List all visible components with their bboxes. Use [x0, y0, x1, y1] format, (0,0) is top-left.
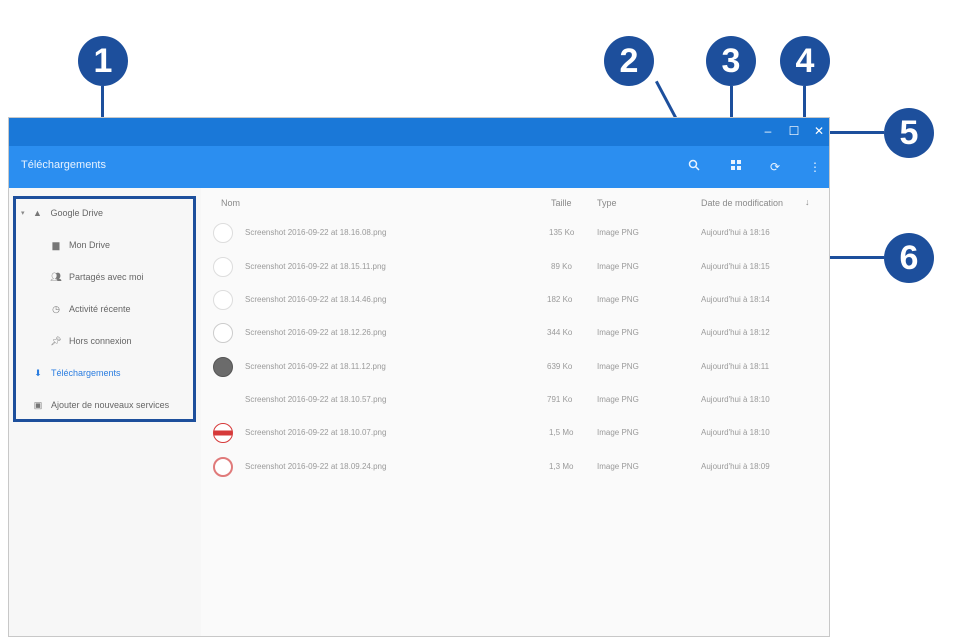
table-row[interactable]: Screenshot 2016-09-22 at 18.12.26.png 34… [201, 318, 829, 350]
file-name: Screenshot 2016-09-22 at 18.14.46.png [245, 295, 387, 304]
file-name: Screenshot 2016-09-22 at 18.15.11.png [245, 262, 386, 271]
download-icon: ⬇ [34, 367, 42, 378]
window-title: Téléchargements [21, 159, 106, 171]
table-row[interactable]: Screenshot 2016-09-22 at 18.10.07.png 1,… [201, 418, 829, 450]
file-type: Image PNG [597, 262, 639, 271]
file-date: Aujourd'hui à 18:15 [701, 262, 770, 271]
file-thumbnail [213, 357, 233, 377]
callout-5: 5 [884, 108, 934, 158]
file-size: 1,3 Mo [549, 462, 574, 471]
sidebar-item-partages[interactable]: 👥︎ Partagés avec moi [49, 268, 144, 286]
callout-3: 3 [706, 36, 756, 86]
table-row[interactable]: Screenshot 2016-09-22 at 18.16.08.png 13… [201, 218, 829, 250]
title-bar: – ☐ ✕ [9, 118, 829, 146]
file-thumbnail [213, 223, 233, 243]
sidebar-item-hors-connexion[interactable]: 📌︎ Hors connexion [49, 332, 132, 350]
file-type: Image PNG [597, 462, 639, 471]
callout-2: 2 [604, 36, 654, 86]
file-type: Image PNG [597, 428, 639, 437]
sidebar-item-label: Ajouter de nouveaux services [51, 400, 170, 410]
table-row[interactable]: Screenshot 2016-09-22 at 18.11.12.png 63… [201, 352, 829, 384]
sidebar-item-google-drive[interactable]: ▾ ▲ Google Drive [21, 204, 103, 222]
sidebar-item-activite[interactable]: ◷ Activité récente [49, 300, 131, 318]
files-app-window: – ☐ ✕ Téléchargements ⟳ ⋮ ▾ ▲ Google Dri… [8, 117, 830, 637]
file-thumbnail [213, 257, 233, 277]
file-size: 344 Ko [547, 328, 573, 337]
file-size: 89 Ko [551, 262, 572, 271]
clock-icon: ◷ [52, 303, 60, 314]
callout-1: 1 [78, 36, 128, 86]
expand-arrow-icon[interactable]: ▾ [21, 209, 25, 217]
table-row[interactable]: Screenshot 2016-09-22 at 18.15.11.png 89… [201, 252, 829, 284]
maximize-icon[interactable]: ☐ [787, 124, 801, 138]
folder-icon: ▆ [52, 239, 60, 250]
column-header-type[interactable]: Type [597, 198, 617, 208]
sidebar-item-label: Google Drive [50, 208, 104, 218]
file-date: Aujourd'hui à 18:10 [701, 428, 770, 437]
file-size: 791 Ko [547, 395, 573, 404]
file-type: Image PNG [597, 295, 639, 304]
file-date: Aujourd'hui à 18:16 [701, 228, 770, 237]
sidebar-item-telechargements[interactable]: ⬇ Téléchargements [31, 364, 121, 382]
file-list: Nom Taille Type Date de modification ↓ S… [201, 188, 829, 636]
file-thumbnail [213, 457, 233, 477]
sidebar: ▾ ▲ Google Drive ▆ Mon Drive 👥︎ Partagés… [9, 188, 201, 636]
table-row[interactable]: Screenshot 2016-09-22 at 18.14.46.png 18… [201, 285, 829, 317]
file-name: Screenshot 2016-09-22 at 18.09.24.png [245, 462, 387, 471]
sidebar-item-ajouter-services[interactable]: ▣ Ajouter de nouveaux services [31, 396, 169, 414]
file-date: Aujourd'hui à 18:14 [701, 295, 770, 304]
callout-4: 4 [780, 36, 830, 86]
sort-icon[interactable]: ⟳ [766, 158, 784, 176]
file-thumbnail [213, 290, 233, 310]
file-size: 182 Ko [547, 295, 573, 304]
file-thumbnail [213, 423, 233, 443]
toolbar: Téléchargements ⟳ ⋮ [9, 146, 829, 188]
drive-icon: ▲ [33, 208, 42, 218]
file-size: 135 Ko [549, 228, 575, 237]
people-icon: 👥︎ [50, 271, 62, 282]
more-vertical-icon[interactable]: ⋮ [806, 158, 824, 176]
close-icon[interactable]: ✕ [812, 124, 826, 138]
sort-arrow-icon[interactable]: ↓ [805, 197, 810, 207]
view-grid-icon[interactable] [727, 158, 745, 176]
leader-line-5 [822, 131, 884, 134]
sidebar-item-label: Hors connexion [69, 336, 132, 346]
table-row[interactable]: Screenshot 2016-09-22 at 18.09.24.png 1,… [201, 452, 829, 484]
pin-icon: 📌︎ [50, 335, 62, 346]
file-thumbnail [213, 390, 233, 410]
file-type: Image PNG [597, 228, 639, 237]
column-header-name[interactable]: Nom [221, 198, 240, 208]
callout-6: 6 [884, 233, 934, 283]
file-name: Screenshot 2016-09-22 at 18.12.26.png [245, 328, 387, 337]
add-icon: ▣ [33, 399, 43, 410]
file-date: Aujourd'hui à 18:12 [701, 328, 770, 337]
file-type: Image PNG [597, 328, 639, 337]
minimize-icon[interactable]: – [761, 124, 775, 138]
column-header-size[interactable]: Taille [551, 198, 572, 208]
file-name: Screenshot 2016-09-22 at 18.16.08.png [245, 228, 387, 237]
file-date: Aujourd'hui à 18:11 [701, 362, 770, 371]
sidebar-item-label: Mon Drive [69, 240, 111, 250]
file-size: 1,5 Mo [549, 428, 574, 437]
sidebar-item-label: Téléchargements [51, 368, 121, 378]
file-date: Aujourd'hui à 18:09 [701, 462, 770, 471]
file-type: Image PNG [597, 362, 639, 371]
sidebar-item-label: Partagés avec moi [69, 272, 144, 282]
file-name: Screenshot 2016-09-22 at 18.10.07.png [245, 428, 387, 437]
file-size: 639 Ko [547, 362, 573, 371]
file-thumbnail [213, 323, 233, 343]
file-name: Screenshot 2016-09-22 at 18.10.57.png [245, 395, 387, 404]
column-header-date[interactable]: Date de modification [701, 198, 783, 208]
sidebar-item-label: Activité récente [69, 304, 131, 314]
file-date: Aujourd'hui à 18:10 [701, 395, 770, 404]
sidebar-item-mon-drive[interactable]: ▆ Mon Drive [49, 236, 110, 254]
search-icon[interactable] [685, 158, 703, 176]
file-type: Image PNG [597, 395, 639, 404]
file-name: Screenshot 2016-09-22 at 18.11.12.png [245, 362, 386, 371]
table-row[interactable]: Screenshot 2016-09-22 at 18.10.57.png 79… [201, 385, 829, 417]
